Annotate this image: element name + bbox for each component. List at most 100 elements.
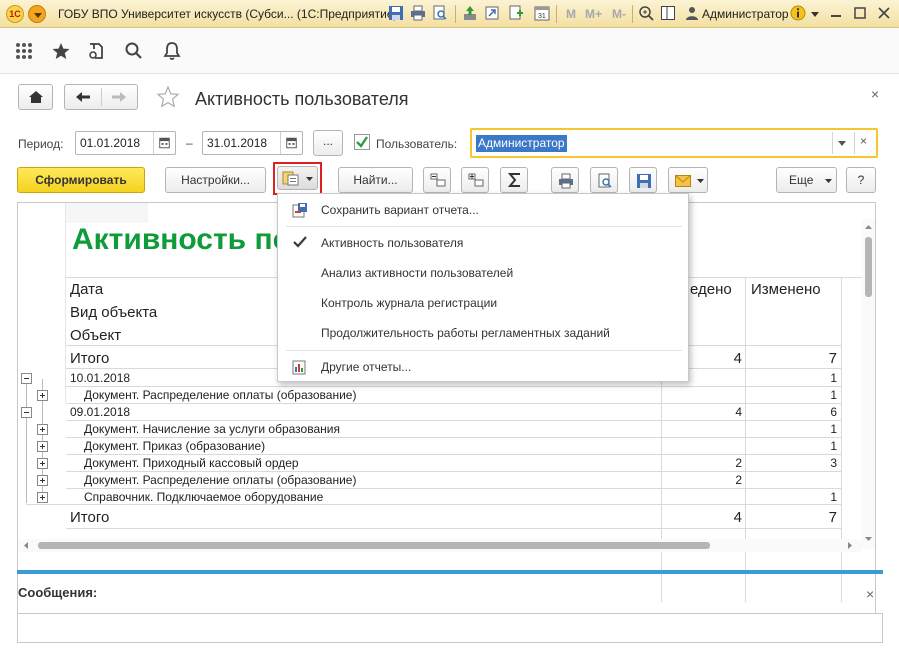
current-user[interactable]: Администратор xyxy=(702,7,789,21)
generate-button[interactable]: Сформировать xyxy=(17,167,145,193)
messages-area[interactable] xyxy=(17,613,883,643)
grid-line xyxy=(841,277,842,602)
memory-plus-button[interactable]: M+ xyxy=(585,7,602,21)
info-icon[interactable] xyxy=(790,5,806,21)
favorites-star-icon[interactable] xyxy=(51,41,71,61)
main-menu-button[interactable] xyxy=(28,5,46,23)
expand-toggle[interactable] xyxy=(37,492,48,503)
link-icon[interactable] xyxy=(484,5,500,21)
row-changed: 1 xyxy=(830,388,837,402)
favorite-star-icon[interactable] xyxy=(156,85,180,109)
sum-button[interactable] xyxy=(500,167,528,193)
grid-line xyxy=(66,386,842,387)
header-object: Объект xyxy=(70,327,122,344)
expand-toggle[interactable] xyxy=(37,441,48,452)
row-changed: 1 xyxy=(830,490,837,504)
menu-item-label: Другие отчеты... xyxy=(321,360,412,374)
chevron-down-icon xyxy=(825,179,832,183)
period-choose-button[interactable]: ... xyxy=(313,130,343,156)
expand-toggle[interactable] xyxy=(37,475,48,486)
grid-line xyxy=(66,488,842,489)
expand-toggle[interactable] xyxy=(37,390,48,401)
back-arrow-icon[interactable] xyxy=(75,91,91,103)
calendar-icon[interactable]: 31 xyxy=(534,5,550,21)
close-form-icon[interactable]: × xyxy=(871,86,879,102)
header-date: Дата xyxy=(70,281,104,298)
favorites-add-icon[interactable] xyxy=(508,5,524,21)
menu-item-other-reports[interactable]: Другие отчеты... xyxy=(278,354,688,380)
clear-icon[interactable]: × xyxy=(860,134,867,148)
date-to-value: 31.01.2018 xyxy=(207,136,268,150)
horizontal-scrollbar[interactable] xyxy=(18,539,862,552)
vertical-scrollbar[interactable] xyxy=(862,219,875,549)
window-title: ГОБУ ВПО Университет искусств (Субси... … xyxy=(58,7,398,21)
maximize-icon[interactable] xyxy=(850,4,870,22)
save-icon xyxy=(637,174,651,188)
home-button[interactable] xyxy=(18,84,53,110)
menu-item-report[interactable]: Активность пользователя xyxy=(278,230,688,256)
report-title: Активность по xyxy=(72,223,291,256)
menu-item-report[interactable]: Анализ активности пользователей xyxy=(278,260,688,286)
toolbar-separator xyxy=(632,5,633,23)
chevron-down-icon[interactable] xyxy=(810,11,820,19)
user-input[interactable]: Администратор × xyxy=(470,128,878,158)
history-icon[interactable] xyxy=(87,41,107,61)
date-from-field[interactable]: 01.01.2018 xyxy=(75,131,176,155)
calendar-icon[interactable] xyxy=(280,132,302,154)
grid-line xyxy=(65,203,66,403)
search-icon[interactable] xyxy=(124,41,144,61)
preview-button[interactable] xyxy=(590,167,618,193)
header-object-type: Вид объекта xyxy=(70,304,158,321)
collapse-toggle[interactable] xyxy=(21,373,32,384)
dropdown-arrow-icon[interactable] xyxy=(838,141,846,146)
menu-item-report[interactable]: Контроль журнала регистрации xyxy=(278,290,688,316)
print-icon[interactable] xyxy=(410,5,426,21)
print-button[interactable] xyxy=(551,167,579,193)
more-label: Еще xyxy=(789,173,814,187)
date-to-field[interactable]: 31.01.2018 xyxy=(202,131,303,155)
row-changed: 6 xyxy=(830,405,837,419)
memory-minus-button[interactable]: M- xyxy=(612,7,626,21)
apps-grid-icon[interactable] xyxy=(14,41,34,61)
chevron-down-icon xyxy=(697,179,704,183)
expand-groups-button[interactable] xyxy=(461,167,489,193)
tree-line xyxy=(26,379,27,503)
header-entered: едено xyxy=(690,281,732,298)
minimize-icon[interactable] xyxy=(826,4,846,22)
find-button[interactable]: Найти... xyxy=(338,167,413,193)
expand-toggle[interactable] xyxy=(37,424,48,435)
upload-icon[interactable] xyxy=(462,5,478,21)
expand-toggle[interactable] xyxy=(37,458,48,469)
save-icon[interactable] xyxy=(388,5,404,21)
row-entered: 4 xyxy=(735,405,742,419)
more-button[interactable]: Еще xyxy=(776,167,837,193)
total-bottom-entered: 4 xyxy=(733,509,742,526)
row-label: Документ. Приходный кассовый ордер xyxy=(84,456,299,470)
help-button[interactable]: ? xyxy=(846,167,876,193)
send-email-button[interactable] xyxy=(668,167,708,193)
user-filter-checkbox[interactable] xyxy=(354,134,370,150)
panel-icon[interactable] xyxy=(660,5,676,21)
collapse-groups-button[interactable] xyxy=(423,167,451,193)
close-window-icon[interactable] xyxy=(874,4,894,22)
row-label: Документ. Распределение оплаты (образова… xyxy=(84,473,357,487)
forward-arrow-icon[interactable] xyxy=(111,91,127,103)
menu-separator xyxy=(286,350,682,351)
calendar-icon[interactable] xyxy=(153,132,175,154)
report-corner-cell xyxy=(66,203,148,223)
preview-icon[interactable] xyxy=(432,5,448,21)
grid-line xyxy=(66,471,842,472)
report-variants-button[interactable] xyxy=(277,166,318,190)
memory-button[interactable]: M xyxy=(566,7,576,21)
settings-button[interactable]: Настройки... xyxy=(165,167,266,193)
save-report-button[interactable] xyxy=(629,167,657,193)
menu-item-save-variant[interactable]: Сохранить вариант отчета... xyxy=(278,197,688,223)
menu-item-report[interactable]: Продолжительность работы регламентных за… xyxy=(278,320,688,346)
envelope-icon xyxy=(675,175,691,187)
notifications-bell-icon[interactable] xyxy=(162,41,182,61)
collapse-toggle[interactable] xyxy=(21,407,32,418)
date-range-dash: – xyxy=(186,136,193,150)
zoom-icon[interactable] xyxy=(638,5,654,21)
close-messages-icon[interactable]: × xyxy=(866,586,874,602)
row-changed: 1 xyxy=(830,371,837,385)
